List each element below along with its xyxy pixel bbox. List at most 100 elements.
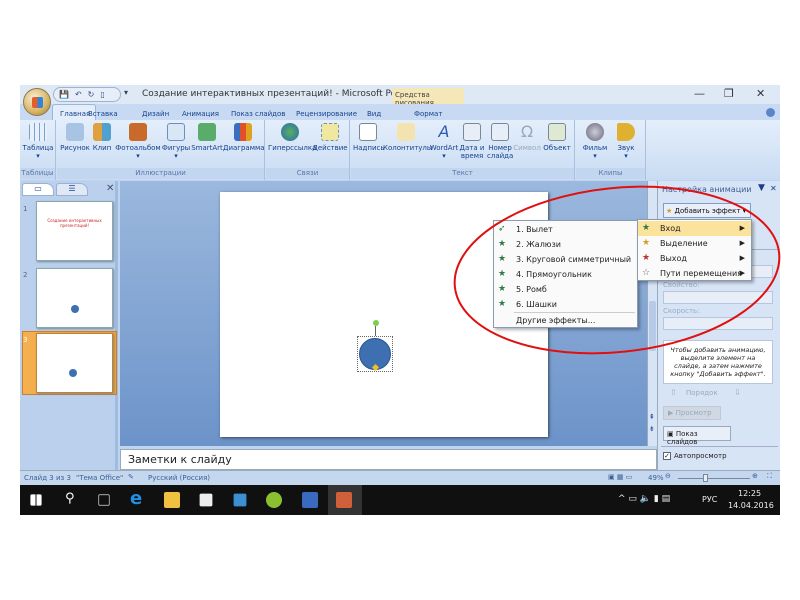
tab-review[interactable]: Рецензирование [296, 110, 357, 118]
shapes-button[interactable]: Фигуры ▾ [161, 123, 191, 160]
clip-button[interactable]: Клип [91, 123, 113, 152]
tab-design[interactable]: Дизайн [142, 110, 169, 118]
word-icon[interactable] [302, 492, 318, 508]
hyperlink-button[interactable]: Гиперссылка [268, 123, 316, 152]
customize-qat-icon[interactable]: ▾ [124, 88, 128, 97]
date-time-button[interactable]: Дата и время [459, 123, 485, 160]
edge-icon[interactable]: e [130, 488, 142, 509]
slide-thumbnail-1[interactable]: Создание интерактивных презентаций! [36, 201, 113, 261]
menu-item-blinds[interactable]: ★ 2. Жалюзи [494, 237, 637, 252]
photo-album-button[interactable]: Фотоальбом ▾ [115, 123, 161, 160]
tray-icons[interactable]: ^ ▭ 🔈 ▮ ▤ [618, 494, 670, 504]
action-icon [321, 123, 339, 141]
animation-list[interactable]: Чтобы добавить анимацию, выделите элемен… [663, 340, 773, 384]
task-view-icon[interactable] [98, 494, 110, 506]
powerpoint-icon[interactable] [336, 492, 352, 508]
menu-item-more-effects[interactable]: Другие эффекты... [494, 313, 637, 328]
prev-slide-icon[interactable]: ⇞ [649, 413, 655, 421]
label: Фотоальбом [115, 144, 161, 152]
zoom-in-icon[interactable]: ⊕ [752, 472, 758, 480]
pane-menu-icon[interactable]: ▼ [758, 183, 765, 193]
symbol-button[interactable]: Ω Символ [513, 123, 541, 153]
speed-select[interactable] [663, 317, 773, 330]
minimize-button[interactable]: — [694, 87, 705, 100]
sound-button[interactable]: Звук ▾ [612, 123, 640, 160]
menu-item-fly-in[interactable]: ➶ 1. Вылет [494, 222, 637, 237]
app-icon[interactable] [266, 492, 282, 508]
menu-item-emphasis[interactable]: ★ Выделение ▶ [638, 236, 751, 251]
tab-format[interactable]: Формат [414, 110, 442, 118]
slide-thumbnail-3[interactable] [36, 333, 113, 393]
menu-item-motion-paths[interactable]: ☆ Пути перемещения ▶ [638, 266, 751, 281]
move-up-icon[interactable]: ⇧ [670, 388, 677, 397]
menu-item-box[interactable]: ★ 4. Прямоугольник [494, 267, 637, 282]
search-icon[interactable]: ⚲ [65, 491, 75, 506]
group-label: Иллюстрации [57, 168, 264, 179]
menu-item-entrance[interactable]: ★ Вход ▶ [638, 221, 751, 236]
fit-window-icon[interactable]: ⛶ [767, 472, 772, 481]
label: Вход [660, 224, 681, 233]
office-button[interactable] [23, 88, 51, 116]
move-down-icon[interactable]: ⇩ [734, 388, 741, 397]
start-icon[interactable] [30, 494, 42, 506]
close-button[interactable]: ✕ [756, 87, 765, 100]
pane-close-icon[interactable]: ✕ [106, 183, 114, 194]
pane-close-icon[interactable]: ✕ [770, 184, 777, 193]
slide-number-button[interactable]: Номер слайда [487, 123, 513, 160]
slide-thumbnail-2[interactable] [36, 268, 113, 328]
tab-view[interactable]: Вид [367, 110, 381, 118]
store-icon[interactable] [199, 493, 213, 507]
spellcheck-icon[interactable]: ✎ [128, 473, 134, 481]
notes-field[interactable]: Заметки к слайду [120, 449, 657, 470]
powerpoint-window: 💾 ↶ ↻ ▯ ▾ Создание интерактивных презентаци… [20, 85, 780, 515]
picture-button[interactable]: Рисунок [59, 123, 91, 152]
slideshow-button[interactable]: ▣ Показ слайдов [663, 426, 731, 446]
smartart-button[interactable]: SmartArt [191, 123, 223, 152]
save-icon[interactable]: 💾 [59, 90, 69, 99]
tab-home[interactable]: Главная [60, 110, 90, 118]
menu-item-checkerboard[interactable]: ★ 6. Шашки [494, 297, 637, 312]
action-button[interactable]: Действие [312, 123, 348, 152]
zoom-out-icon[interactable]: ⊖ [665, 472, 671, 480]
outline-tab[interactable]: ☰ [56, 183, 88, 196]
tab-insert[interactable]: Вставка [88, 110, 118, 118]
tab-slideshow[interactable]: Показ слайдов [231, 110, 285, 118]
autopreview-checkbox[interactable]: ✓ [663, 452, 671, 460]
clock-time[interactable]: 12:25 [738, 489, 761, 498]
menu-item-circle[interactable]: ★ 3. Круговой симметричный [494, 252, 637, 267]
next-slide-icon[interactable]: ⇟ [649, 425, 655, 433]
menu-item-exit[interactable]: ★ Выход ▶ [638, 251, 751, 266]
chart-button[interactable]: Диаграмма [223, 123, 265, 152]
help-icon[interactable] [766, 108, 775, 117]
wordart-button[interactable]: A WordArt ▾ [429, 123, 459, 161]
view-buttons[interactable]: ▣ ▦ ▭ [608, 473, 632, 481]
new-icon[interactable]: ▯ [100, 90, 104, 99]
label: Рисунок [60, 144, 90, 152]
preview-button[interactable]: ▶ Просмотр [663, 406, 721, 420]
table-button[interactable]: Таблица ▾ [22, 123, 54, 160]
header-footer-button[interactable]: Колонтитулы [383, 123, 432, 152]
scroll-thumb[interactable] [649, 301, 656, 351]
zoom-level[interactable]: 49% [648, 474, 664, 482]
slides-tab[interactable]: ▭ [22, 183, 54, 196]
zoom-slider[interactable] [678, 478, 750, 479]
zoom-slider-thumb[interactable] [703, 474, 708, 482]
rotation-handle[interactable] [373, 320, 379, 326]
tab-animation[interactable]: Анимация [182, 110, 219, 118]
media-icon[interactable] [233, 493, 247, 507]
movie-button[interactable]: Фильм ▾ [580, 123, 610, 160]
clock-date[interactable]: 14.04.2016 [728, 501, 774, 510]
explorer-icon[interactable] [164, 492, 180, 508]
redo-icon[interactable]: ↻ [88, 90, 95, 99]
undo-icon[interactable]: ↶ [75, 90, 82, 99]
group-label: Связи [266, 168, 349, 179]
restore-button[interactable]: ❐ [724, 87, 734, 100]
label: 2. Жалюзи [516, 240, 561, 249]
menu-item-diamond[interactable]: ★ 5. Ромб [494, 282, 637, 297]
add-effect-button[interactable]: ★ Добавить эффект ▾ [663, 203, 751, 218]
input-language[interactable]: РУС [702, 495, 717, 504]
object-button[interactable]: Объект [541, 123, 573, 152]
property-select[interactable] [663, 291, 773, 304]
textbox-button[interactable]: Надпись [353, 123, 385, 152]
language[interactable]: Русский (Россия) [148, 474, 210, 482]
